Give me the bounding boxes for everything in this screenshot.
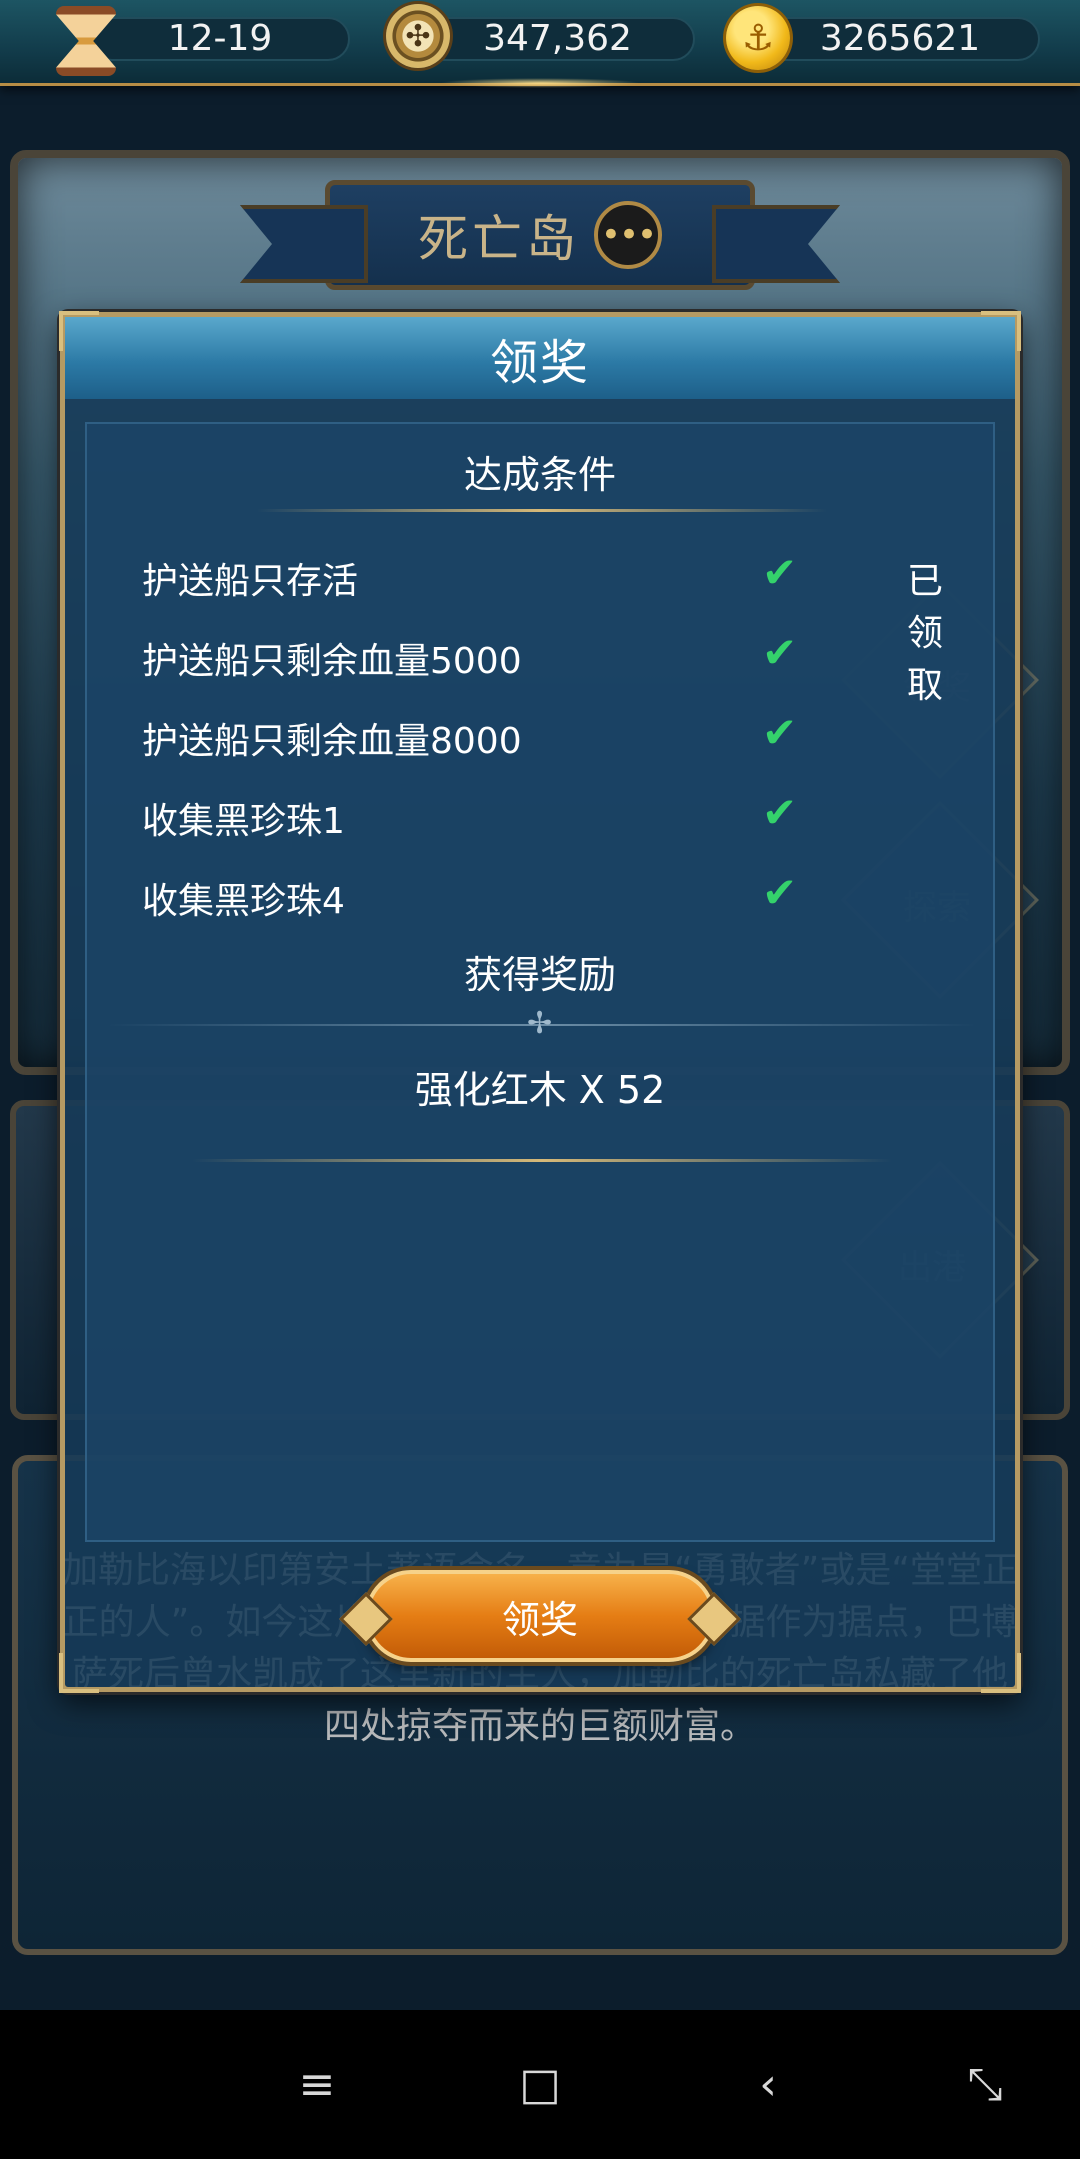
checkmark-icon: ✔ — [762, 628, 798, 677]
chat-bubble-icon[interactable]: ••• — [594, 201, 662, 269]
condition-row: 护送船只剩余血量8000 ✔ — [142, 704, 972, 764]
condition-label: 收集黑珍珠1 — [142, 801, 345, 842]
conditions-divider — [257, 509, 827, 512]
system-nav-bar: ≡ □ ‹ ⤡ — [0, 2010, 1080, 2159]
island-title: 死亡岛 — [418, 210, 580, 268]
rewards-header: 获得奖励 — [463, 953, 616, 997]
condition-row: 护送船只存活 ✔ 已领取 — [142, 544, 972, 706]
ornament-icon: ✢ — [527, 1006, 553, 1041]
island-banner: 死亡岛 ••• — [325, 180, 755, 290]
reward-divider — [192, 1159, 892, 1162]
condition-label: 护送船只剩余血量8000 — [142, 721, 522, 762]
dialog-content: 达成条件 护送船只存活 ✔ 已领取 护送船只剩余血量5000 ✔ 护送船只剩余血… — [85, 422, 995, 1542]
top-status-bar: 12-19 347,362 3265621 ⚓ — [0, 0, 1080, 88]
compass-resource-pill: 347,362 — [420, 17, 695, 61]
corner-ornament — [981, 311, 1021, 351]
gold-value: 3265621 — [819, 18, 981, 59]
recent-apps-icon[interactable]: ⤡ — [950, 2050, 1020, 2120]
claim-reward-button[interactable]: 领奖 — [365, 1570, 715, 1662]
recent-glyph: ⤡ — [967, 2059, 1003, 2110]
condition-label: 护送船只存活 — [142, 561, 359, 602]
time-resource-pill: 12-19 — [90, 17, 350, 61]
home-icon[interactable]: □ — [505, 2050, 575, 2120]
claim-button-label: 领奖 — [501, 1597, 578, 1642]
dialog-header: 领奖 — [65, 317, 1015, 399]
chat-dots: ••• — [600, 215, 657, 255]
condition-label: 护送船只剩余血量5000 — [142, 641, 522, 682]
gold-resource-pill: 3265621 — [760, 17, 1040, 61]
condition-row: 护送船只剩余血量5000 ✔ — [142, 624, 972, 684]
time-value: 12-19 — [167, 18, 273, 59]
conditions-header: 达成条件 — [463, 453, 616, 497]
condition-row: 收集黑珍珠4 ✔ — [142, 864, 972, 924]
top-bar-glow — [440, 78, 640, 88]
corner-ornament — [59, 1653, 99, 1693]
menu-icon[interactable]: ≡ — [282, 2050, 352, 2120]
checkmark-icon: ✔ — [762, 868, 798, 917]
menu-glyph: ≡ — [298, 2059, 336, 2110]
corner-ornament — [59, 311, 99, 351]
condition-label: 收集黑珍珠4 — [142, 881, 345, 922]
reward-item: 强化红木 X 52 — [414, 1068, 666, 1112]
gold-coin-icon: ⚓ — [726, 6, 790, 70]
back-icon[interactable]: ‹ — [733, 2050, 803, 2120]
compass-icon — [386, 4, 450, 68]
compass-value: 347,362 — [483, 18, 632, 59]
corner-ornament — [981, 1653, 1021, 1693]
checkmark-icon: ✔ — [762, 708, 798, 757]
reward-dialog: 领奖 达成条件 护送船只存活 ✔ 已领取 护送船只剩余血量5000 ✔ 护送船只… — [59, 311, 1021, 1693]
back-glyph: ‹ — [759, 2059, 777, 2110]
home-glyph: □ — [519, 2059, 561, 2110]
dialog-title: 领奖 — [489, 335, 590, 391]
checkmark-icon: ✔ — [762, 788, 798, 837]
checkmark-icon: ✔ — [762, 548, 798, 597]
condition-row: 收集黑珍珠1 ✔ — [142, 784, 972, 844]
